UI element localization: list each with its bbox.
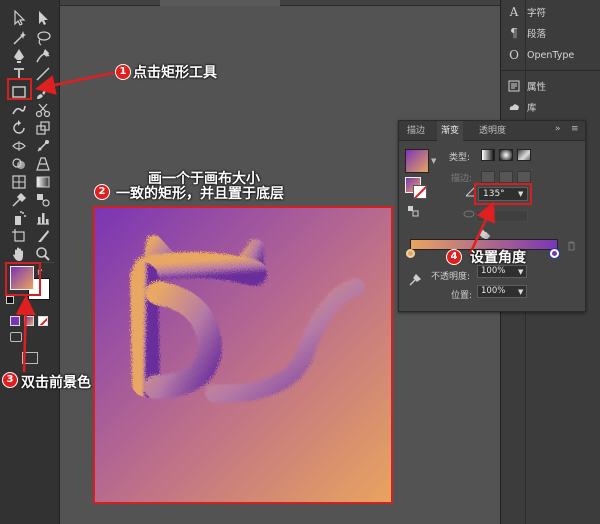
dock-item-label: 字符 [527, 8, 547, 19]
step-3-badge: 3 [2, 372, 18, 388]
stroke-indicator[interactable] [413, 185, 427, 199]
character-icon: A [509, 5, 519, 19]
gradient-panel-tabs: 描边 渐变 透明度 » ≡ [399, 121, 585, 141]
perspective-grid-tool-icon[interactable] [34, 156, 52, 172]
step-2-callout-line2: 一致的矩形，并且置于底层 [116, 186, 284, 202]
dock-item-label: 库 [527, 103, 537, 114]
line-tool-icon[interactable] [34, 66, 52, 82]
magic-wand-tool-icon[interactable] [10, 30, 28, 46]
screen-mode-icon[interactable] [22, 352, 38, 364]
aspect-ratio-icon [463, 209, 475, 219]
tab-gradient[interactable]: 渐变 [437, 121, 464, 141]
dock-item-label: 段落 [527, 29, 547, 40]
scale-tool-icon[interactable] [34, 120, 52, 136]
dock-item-opentype[interactable]: O OpenType [507, 45, 574, 65]
gradient-stop-end[interactable] [550, 249, 559, 258]
panel-menu-icon[interactable]: ≡ [571, 124, 579, 134]
freeform-gradient-button[interactable] [517, 149, 531, 161]
scissors-tool-icon[interactable] [34, 102, 52, 118]
opacity-label: 不透明度: [431, 272, 471, 282]
curvature-tool-icon[interactable] [34, 48, 52, 64]
panel-collapse-icon[interactable]: » [555, 124, 561, 134]
chevron-down-icon[interactable]: ▼ [431, 157, 436, 165]
hand-tool-icon[interactable] [10, 246, 28, 262]
artboard-tool-icon[interactable] [10, 228, 28, 244]
blend-tool-icon[interactable] [34, 192, 52, 208]
delete-stop-icon[interactable] [567, 241, 576, 251]
chevron-down-icon[interactable]: ▼ [518, 288, 523, 296]
column-graph-tool-icon[interactable] [34, 210, 52, 226]
dock-item-label: OpenType [527, 49, 575, 61]
fur-lettering-artwork [130, 235, 365, 403]
properties-icon [507, 79, 521, 93]
type-label: 类型: [449, 153, 471, 163]
color-mode-icon[interactable] [10, 316, 20, 326]
libraries-icon [507, 100, 521, 114]
gradient-stop-start[interactable] [406, 249, 415, 258]
document-tab[interactable] [160, 0, 280, 6]
none-mode-icon[interactable] [38, 316, 48, 326]
zoom-tool-icon[interactable] [34, 246, 52, 262]
opentype-icon: O [509, 48, 519, 62]
paintbrush-tool-icon[interactable] [34, 84, 52, 100]
eyedropper-tool-icon[interactable] [10, 192, 28, 208]
step-3-callout: 双击前景色 [21, 375, 91, 391]
step-2-badge: 2 [94, 184, 110, 200]
stroke-across-button[interactable] [517, 171, 531, 183]
step-1-badge: 1 [115, 64, 131, 80]
aspect-ratio-input[interactable] [476, 210, 528, 222]
fill-swatch-highlight [5, 262, 41, 296]
shaper-tool-icon[interactable] [10, 102, 28, 118]
dock-item-label: 属性 [527, 82, 547, 93]
paragraph-icon: ¶ [510, 26, 518, 40]
width-tool-icon[interactable] [10, 138, 28, 154]
eyedropper-icon[interactable] [409, 273, 422, 286]
selection-tool-icon[interactable] [10, 9, 28, 26]
step-4-callout: 设置角度 [470, 250, 526, 266]
stroke-within-button[interactable] [481, 171, 495, 183]
chevron-down-icon[interactable]: ▼ [518, 268, 523, 276]
mesh-tool-icon[interactable] [10, 174, 28, 190]
dock-separator [501, 70, 600, 71]
step-1-callout: 点击矩形工具 [133, 65, 217, 81]
dock-item-character[interactable]: A 字符 [507, 2, 546, 22]
location-label: 位置: [451, 291, 473, 301]
reverse-gradient-icon[interactable] [407, 205, 419, 217]
rectangle-tool-highlight [7, 78, 32, 100]
tab-transparency[interactable]: 透明度 [475, 121, 510, 141]
dock-item-paragraph[interactable]: ¶ 段落 [507, 23, 546, 43]
artboard-gradient-rectangle[interactable] [94, 207, 392, 503]
document-tab-bar [60, 0, 500, 6]
linear-gradient-button[interactable] [481, 149, 495, 161]
step-4-badge: 4 [446, 249, 462, 265]
slice-tool-icon[interactable] [34, 228, 52, 244]
lasso-tool-icon[interactable] [34, 30, 52, 46]
pen-tool-icon[interactable] [10, 48, 28, 64]
draw-mode-icon[interactable] [10, 332, 22, 342]
stroke-label: 描边: [451, 174, 473, 184]
dock-item-properties[interactable]: 属性 [507, 76, 546, 96]
rotate-tool-icon[interactable] [10, 120, 28, 136]
gradient-mode-icon[interactable] [24, 316, 34, 326]
radial-gradient-button[interactable] [499, 149, 513, 161]
stroke-along-button[interactable] [499, 171, 513, 183]
puppet-warp-tool-icon[interactable] [34, 138, 52, 154]
gradient-preview-swatch[interactable] [405, 149, 429, 173]
angle-highlight-box [474, 183, 532, 205]
tab-stroke[interactable]: 描边 [403, 121, 429, 141]
direct-selection-tool-icon[interactable] [34, 10, 52, 26]
shape-builder-tool-icon[interactable] [10, 156, 28, 172]
gradient-tool-icon[interactable] [34, 174, 52, 190]
symbol-sprayer-tool-icon[interactable] [10, 210, 28, 226]
dock-item-libraries[interactable]: 库 [507, 97, 537, 117]
default-colors-icon[interactable] [6, 296, 14, 304]
